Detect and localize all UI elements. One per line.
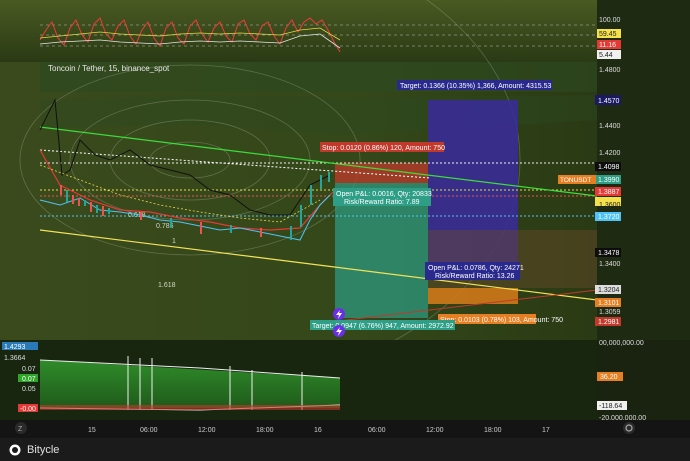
svg-text:0.07: 0.07 (22, 366, 36, 373)
bitycle-logo-icon (9, 444, 21, 455)
svg-text:1.3101: 1.3101 (598, 300, 620, 307)
app-name: Bitycle (27, 443, 60, 456)
svg-text:1.3478: 1.3478 (598, 250, 620, 257)
svg-text:1.3204: 1.3204 (598, 287, 620, 294)
short-pnl-label: Open P&L: 0.0786, Qty: 24271 (428, 265, 524, 272)
svg-text:-0.00: -0.00 (20, 406, 36, 413)
svg-text:0.05: 0.05 (22, 386, 36, 393)
svg-text:1.2981: 1.2981 (598, 319, 620, 326)
svg-text:18:00: 18:00 (484, 427, 502, 434)
gear-icon[interactable] (623, 422, 635, 434)
svg-text:18:00: 18:00 (256, 427, 274, 434)
svg-text:TONUSDT: TONUSDT (560, 177, 591, 184)
svg-text:1.3059: 1.3059 (599, 309, 621, 316)
svg-text:1.618: 1.618 (158, 282, 176, 289)
svg-text:5.44: 5.44 (599, 52, 613, 59)
svg-text:06:00: 06:00 (140, 427, 158, 434)
chart-frame: 100.00 59.45 11.16 5.44 0.618 0.786 1 1.… (0, 0, 690, 438)
short-target-label: Target: 0.1366 (10.35%) 1,366, Amount: 4… (400, 83, 551, 90)
svg-text:06:00: 06:00 (368, 427, 386, 434)
svg-text:36.20: 36.20 (600, 374, 618, 381)
time-axis[interactable] (0, 420, 690, 438)
svg-text:1.3600: 1.3600 (599, 202, 621, 209)
svg-text:1.3664: 1.3664 (4, 355, 26, 362)
svg-text:12:00: 12:00 (198, 427, 216, 434)
svg-text:11.16: 11.16 (599, 42, 616, 49)
short-stop-zone (428, 288, 518, 304)
long-rr-label: Risk/Reward Ratio: 7.89 (344, 199, 420, 206)
chart-title: Toncoin / Tether, 15, binance_spot (48, 64, 170, 73)
svg-text:12:00: 12:00 (426, 427, 444, 434)
svg-text:Z: Z (18, 426, 23, 433)
svg-text:1: 1 (172, 238, 176, 245)
svg-text:1.3887: 1.3887 (598, 189, 620, 196)
svg-text:1.4200: 1.4200 (599, 150, 621, 157)
svg-text:1.3720: 1.3720 (598, 214, 620, 221)
short-stop-label: Stop: 0.0103 (0.78%) 103, Amount: 750 (440, 317, 563, 324)
long-stop-label: Stop: 0.0120 (0.86%) 120, Amount: 750 (322, 145, 445, 152)
svg-text:17: 17 (542, 427, 550, 434)
oscillator-scale: 100.00 59.45 11.16 5.44 (597, 17, 621, 59)
scroll-marker-button[interactable]: Z (15, 422, 27, 434)
symbol-tag: TONUSDT (558, 175, 596, 184)
svg-text:1.4400: 1.4400 (599, 123, 621, 130)
lightning-icon[interactable] (333, 325, 345, 337)
app-footer: Bitycle (0, 438, 690, 461)
svg-text:100.00: 100.00 (599, 17, 621, 24)
svg-text:1.4800: 1.4800 (599, 67, 621, 74)
svg-text:00,000,000.00: 00,000,000.00 (599, 340, 644, 347)
svg-text:-118.64: -118.64 (599, 403, 622, 410)
svg-text:1.4098: 1.4098 (598, 164, 620, 171)
svg-text:0.07: 0.07 (22, 376, 36, 383)
svg-text:59.45: 59.45 (599, 31, 617, 38)
svg-text:1.3990: 1.3990 (598, 177, 620, 184)
short-rr-label: Risk/Reward Ratio: 13.26 (435, 273, 514, 280)
long-pnl-label: Open P&L: 0.0016, Qty: 20833 (336, 191, 432, 198)
svg-text:16: 16 (314, 427, 322, 434)
svg-text:15: 15 (88, 427, 96, 434)
lightning-icon[interactable] (333, 308, 345, 320)
svg-text:1.4293: 1.4293 (4, 344, 26, 351)
svg-text:1.3400: 1.3400 (599, 261, 621, 268)
svg-text:1.4570: 1.4570 (598, 98, 620, 105)
long-target-label: Target: 0.0947 (6.76%) 947, Amount: 2972… (312, 323, 454, 330)
